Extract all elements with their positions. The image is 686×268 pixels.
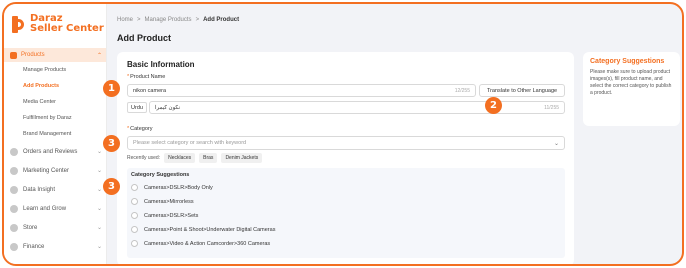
sidebar-item-label: Finance bbox=[23, 243, 45, 250]
urdu-name-input[interactable]: نکون کیمرا 11/255 bbox=[149, 101, 565, 114]
sidebar-item-label: Data Insight bbox=[23, 186, 56, 193]
marketing-icon bbox=[10, 166, 18, 175]
suggestion-option[interactable]: Cameras>Point & Shoot>Underwater Digital… bbox=[131, 226, 275, 233]
recent-chip[interactable]: Bras bbox=[199, 153, 218, 163]
char-counter: 12/255 bbox=[454, 87, 470, 94]
suggestion-option[interactable]: Cameras>DSLR>Body Only bbox=[131, 184, 213, 191]
category-placeholder: Please select category or search with ke… bbox=[133, 140, 247, 146]
section-title: Basic Information bbox=[127, 60, 195, 69]
breadcrumb-manage[interactable]: Manage Products bbox=[145, 17, 192, 23]
sidebar: Daraz Seller Center Products ⌃ Manage Pr… bbox=[4, 4, 107, 264]
sidebar-nav: Products ⌃ Manage Products Add Products … bbox=[4, 48, 106, 256]
data-insight-icon bbox=[10, 185, 18, 194]
chevron-up-icon: ⌃ bbox=[96, 52, 102, 59]
sidebar-item-add-products[interactable]: Add Products bbox=[4, 78, 106, 94]
recently-used-label: Recently used: bbox=[127, 155, 161, 161]
urdu-language-tag: Urdu bbox=[127, 102, 147, 113]
basic-information-card: Basic Information *Product Name nikon ca… bbox=[117, 52, 574, 264]
radio-button[interactable] bbox=[131, 212, 138, 219]
sidebar-item-label: Products bbox=[21, 52, 45, 58]
radio-button[interactable] bbox=[131, 198, 138, 205]
sidebar-item-label: Marketing Center bbox=[23, 167, 70, 174]
product-name-label: *Product Name bbox=[127, 74, 166, 80]
suggestion-label: Cameras>DSLR>Sets bbox=[144, 212, 199, 219]
app-frame: Daraz Seller Center Products ⌃ Manage Pr… bbox=[2, 2, 684, 266]
finance-icon bbox=[10, 242, 18, 251]
sidebar-item-orders[interactable]: Orders and Reviews ⌄ bbox=[4, 142, 106, 161]
product-name-input[interactable]: nikon camera 12/255 bbox=[127, 84, 476, 97]
sidebar-item-label: Store bbox=[23, 224, 38, 231]
chevron-down-icon: ⌄ bbox=[96, 168, 102, 174]
product-name-value: nikon camera bbox=[133, 87, 167, 94]
radio-button[interactable] bbox=[131, 184, 138, 191]
urdu-name-value: نکون کیمرا bbox=[155, 104, 180, 111]
suggestion-option[interactable]: Cameras>Mirrorless bbox=[131, 198, 194, 205]
sidebar-item-products[interactable]: Products ⌃ bbox=[4, 48, 106, 62]
radio-button[interactable] bbox=[131, 240, 138, 247]
category-select[interactable]: Please select category or search with ke… bbox=[127, 136, 565, 150]
translate-button[interactable]: Translate to Other Language bbox=[479, 84, 565, 97]
category-label: *Category bbox=[127, 126, 153, 132]
suggestion-label: Cameras>Mirrorless bbox=[144, 198, 194, 205]
step-badge: 1 bbox=[103, 80, 120, 97]
suggestion-label: Cameras>DSLR>Body Only bbox=[144, 184, 213, 191]
recent-chip[interactable]: Necklaces bbox=[164, 153, 196, 163]
info-card-title: Category Suggestions bbox=[590, 58, 665, 65]
sidebar-item-marketing[interactable]: Marketing Center ⌄ bbox=[4, 161, 106, 180]
learn-icon bbox=[10, 204, 18, 213]
page-title: Add Product bbox=[117, 33, 171, 43]
step-badge: 3 bbox=[103, 178, 120, 195]
daraz-logo-icon bbox=[12, 15, 24, 33]
breadcrumb-current: Add Product bbox=[203, 17, 240, 23]
breadcrumb-home[interactable]: Home bbox=[117, 17, 133, 23]
chevron-down-icon: ⌄ bbox=[553, 140, 559, 147]
chevron-down-icon: ⌄ bbox=[96, 149, 102, 155]
breadcrumb-separator: > bbox=[137, 17, 141, 23]
suggestions-info-card: Category Suggestions Please make sure to… bbox=[583, 52, 680, 126]
sidebar-item-fulfillment[interactable]: Fulfillment by Daraz bbox=[4, 110, 106, 126]
logo[interactable]: Daraz Seller Center bbox=[12, 14, 104, 34]
step-badge: 2 bbox=[485, 97, 502, 114]
category-suggestions: Category Suggestions Cameras>DSLR>Body O… bbox=[127, 168, 565, 258]
breadcrumb-separator: > bbox=[195, 17, 200, 23]
brand-line2: Seller Center bbox=[30, 23, 104, 34]
step-badge: 3 bbox=[103, 135, 120, 152]
store-icon bbox=[10, 223, 18, 232]
sidebar-item-finance[interactable]: Finance ⌄ bbox=[4, 237, 106, 256]
sidebar-item-learn[interactable]: Learn and Grow ⌄ bbox=[4, 199, 106, 218]
chevron-down-icon: ⌄ bbox=[96, 187, 102, 193]
char-counter: 11/255 bbox=[544, 104, 559, 111]
recent-chip[interactable]: Denim Jackets bbox=[221, 153, 263, 163]
sidebar-item-label: Learn and Grow bbox=[23, 205, 67, 212]
sidebar-item-media-center[interactable]: Media Center bbox=[4, 94, 106, 110]
recently-used: Recently used: Necklaces Bras Denim Jack… bbox=[127, 153, 263, 163]
suggestion-option[interactable]: Cameras>Video & Action Camcorder>360 Cam… bbox=[131, 240, 270, 247]
orders-icon bbox=[10, 147, 18, 156]
sidebar-item-brand-management[interactable]: Brand Management bbox=[4, 126, 106, 142]
suggestion-label: Cameras>Video & Action Camcorder>360 Cam… bbox=[144, 240, 271, 247]
breadcrumb: Home > Manage Products > Add Product bbox=[117, 17, 239, 23]
chevron-down-icon: ⌄ bbox=[96, 206, 102, 212]
chevron-down-icon: ⌄ bbox=[96, 244, 102, 250]
suggestions-title: Category Suggestions bbox=[131, 172, 190, 178]
sidebar-item-manage-products[interactable]: Manage Products bbox=[4, 62, 106, 78]
sidebar-item-store[interactable]: Store ⌄ bbox=[4, 218, 106, 237]
radio-button[interactable] bbox=[131, 226, 138, 233]
suggestion-label: Cameras>Point & Shoot>Underwater Digital… bbox=[144, 226, 276, 233]
products-icon bbox=[10, 51, 17, 59]
info-card-text: Please make sure to upload product image… bbox=[590, 69, 672, 96]
suggestion-option[interactable]: Cameras>DSLR>Sets bbox=[131, 212, 198, 219]
chevron-down-icon: ⌄ bbox=[96, 225, 102, 231]
sidebar-item-data-insight[interactable]: Data Insight ⌄ bbox=[4, 180, 106, 199]
sidebar-item-label: Orders and Reviews bbox=[23, 148, 78, 155]
